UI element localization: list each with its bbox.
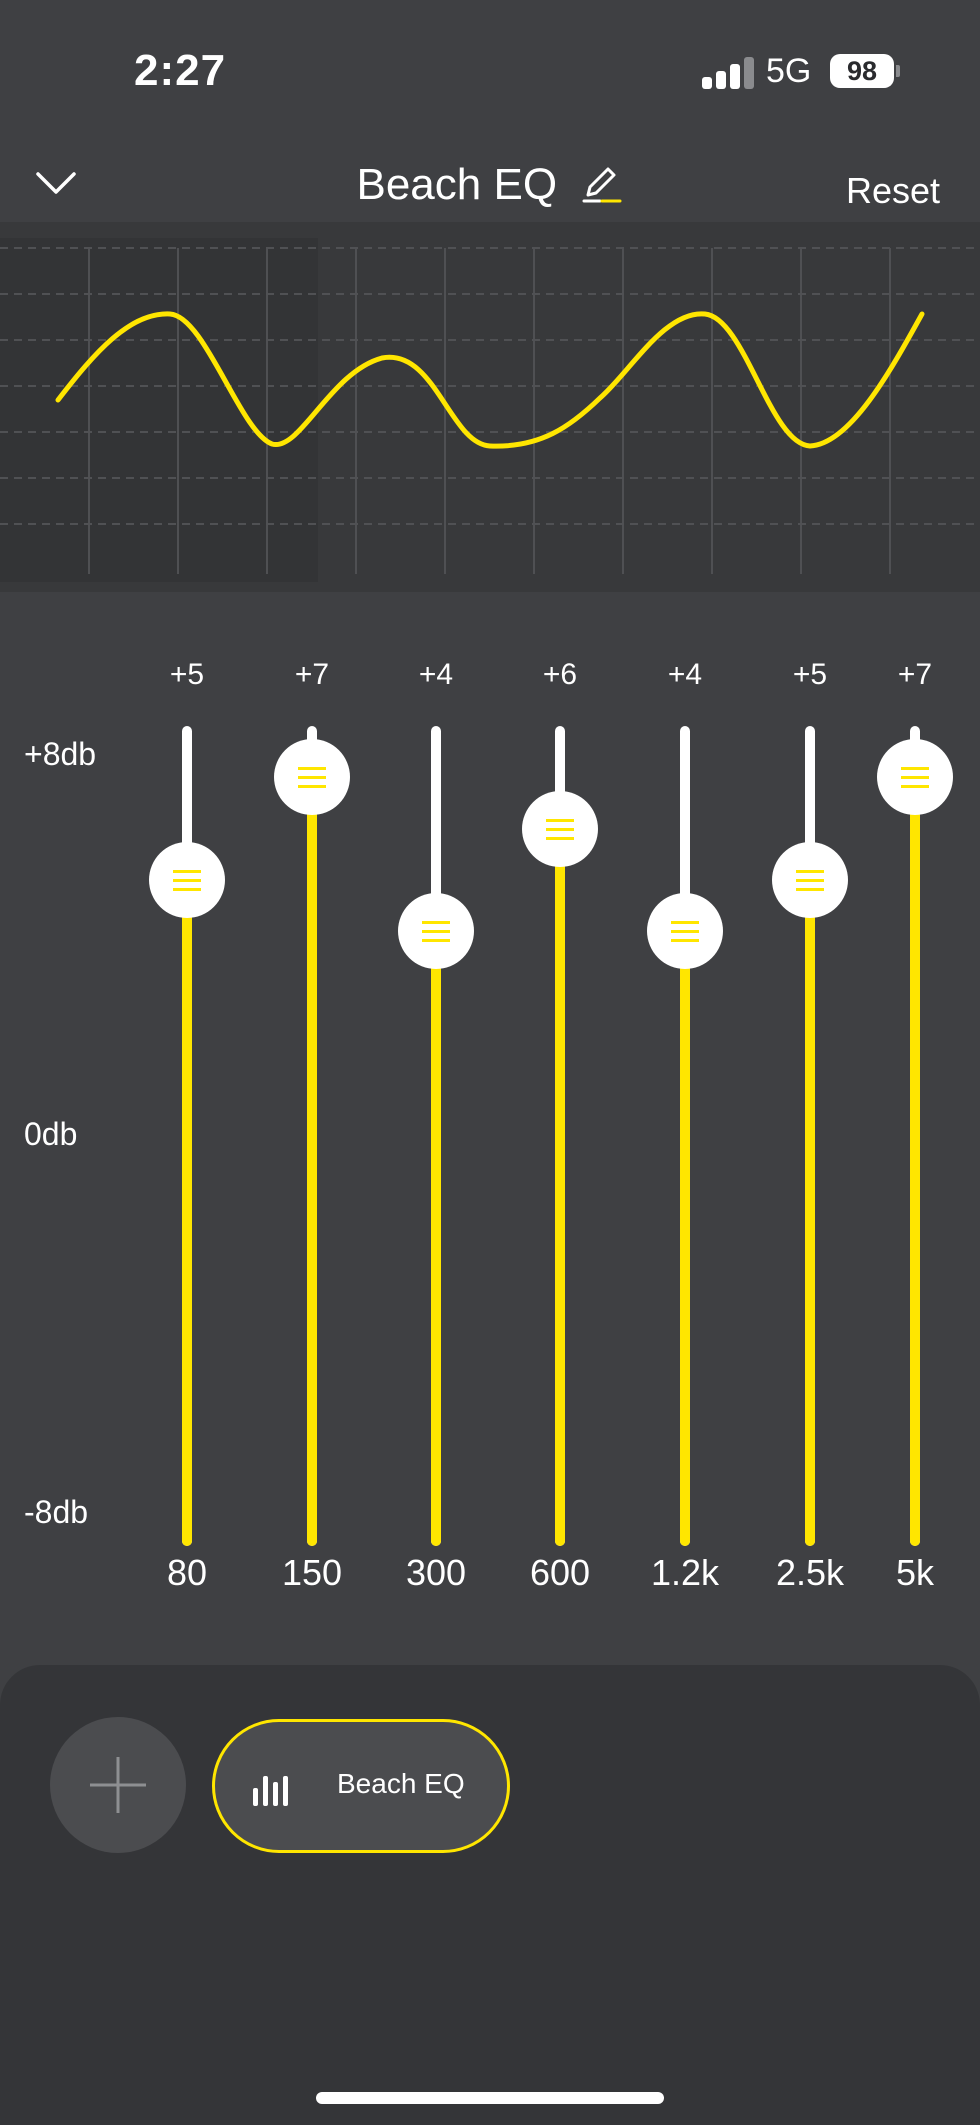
band-slider-80: +5 80 <box>137 640 237 1600</box>
band-value: +4 <box>418 658 454 691</box>
preset-label: Beach EQ <box>337 1768 465 1799</box>
slider-track[interactable] <box>680 726 690 1546</box>
header: Beach EQ Reset <box>0 150 980 222</box>
add-preset-button[interactable] <box>50 1717 186 1853</box>
band-frequency: 80 <box>166 1552 208 1593</box>
slider-fill <box>182 879 192 1546</box>
slider-track[interactable] <box>910 726 920 1546</box>
reset-button[interactable]: Reset <box>846 170 940 212</box>
slider-fill <box>805 879 815 1546</box>
preset-chip-active[interactable]: Beach EQ <box>212 1719 510 1853</box>
slider-fill <box>431 931 441 1546</box>
db-label-top: +8db <box>24 736 97 772</box>
slider-fill <box>680 931 690 1546</box>
slider-track[interactable] <box>307 726 317 1546</box>
slider-knob[interactable] <box>522 790 598 867</box>
band-frequency: 150 <box>281 1552 343 1593</box>
band-frequency: 1.2k <box>650 1552 720 1593</box>
band-frequency: 300 <box>405 1552 467 1593</box>
band-value: +7 <box>294 658 330 691</box>
eq-sliders: +8db 0db -8db +5 80 +7 150 +4 300 +6 600… <box>0 640 980 1600</box>
db-label-zero: 0db <box>24 1116 78 1152</box>
band-value: +6 <box>542 658 578 691</box>
band-value: +5 <box>169 658 205 691</box>
band-slider-150: +7 150 <box>262 640 362 1600</box>
slider-knob[interactable] <box>877 739 953 816</box>
title-wrap: Beach EQ <box>0 160 980 210</box>
band-slider-300: +4 300 <box>386 640 486 1600</box>
equalizer-bars-icon <box>253 1772 293 1806</box>
slider-fill <box>910 777 920 1546</box>
db-label-bottom: -8db <box>24 1494 89 1530</box>
slider-knob[interactable] <box>398 893 474 969</box>
slider-fill <box>307 777 317 1546</box>
status-bar: 2:27 5G 98 <box>0 0 980 150</box>
pencil-icon[interactable] <box>580 165 624 205</box>
status-time: 2:27 <box>134 46 227 95</box>
slider-fill <box>555 828 565 1546</box>
home-indicator[interactable] <box>316 2092 664 2104</box>
band-frequency: 600 <box>529 1552 591 1593</box>
band-value: +7 <box>897 658 933 691</box>
band-slider-5k: +7 5k <box>865 640 965 1600</box>
band-value: +5 <box>792 658 828 691</box>
band-frequency: 5k <box>895 1552 935 1593</box>
band-value: +4 <box>667 658 703 691</box>
slider-knob[interactable] <box>772 841 848 918</box>
eq-curve-graph <box>0 222 980 592</box>
battery-tip <box>896 65 900 77</box>
graph-highlight-region <box>0 238 318 582</box>
band-slider-2-5k: +5 2.5k <box>760 640 860 1600</box>
page-title: Beach EQ <box>356 160 558 209</box>
band-slider-600: +6 600 <box>510 640 610 1600</box>
slider-track[interactable] <box>431 726 441 1546</box>
eq-curve-svg <box>0 238 980 582</box>
slider-knob[interactable] <box>149 841 225 918</box>
plus-icon <box>90 1757 146 1813</box>
band-slider-1-2k: +4 1.2k <box>635 640 735 1600</box>
preset-panel: Beach EQ <box>0 1665 980 2125</box>
slider-knob[interactable] <box>647 893 723 969</box>
battery-icon: 98 <box>830 54 894 88</box>
cellular-signal-icon <box>702 57 754 89</box>
network-type: 5G <box>766 52 812 90</box>
slider-knob[interactable] <box>274 739 350 816</box>
